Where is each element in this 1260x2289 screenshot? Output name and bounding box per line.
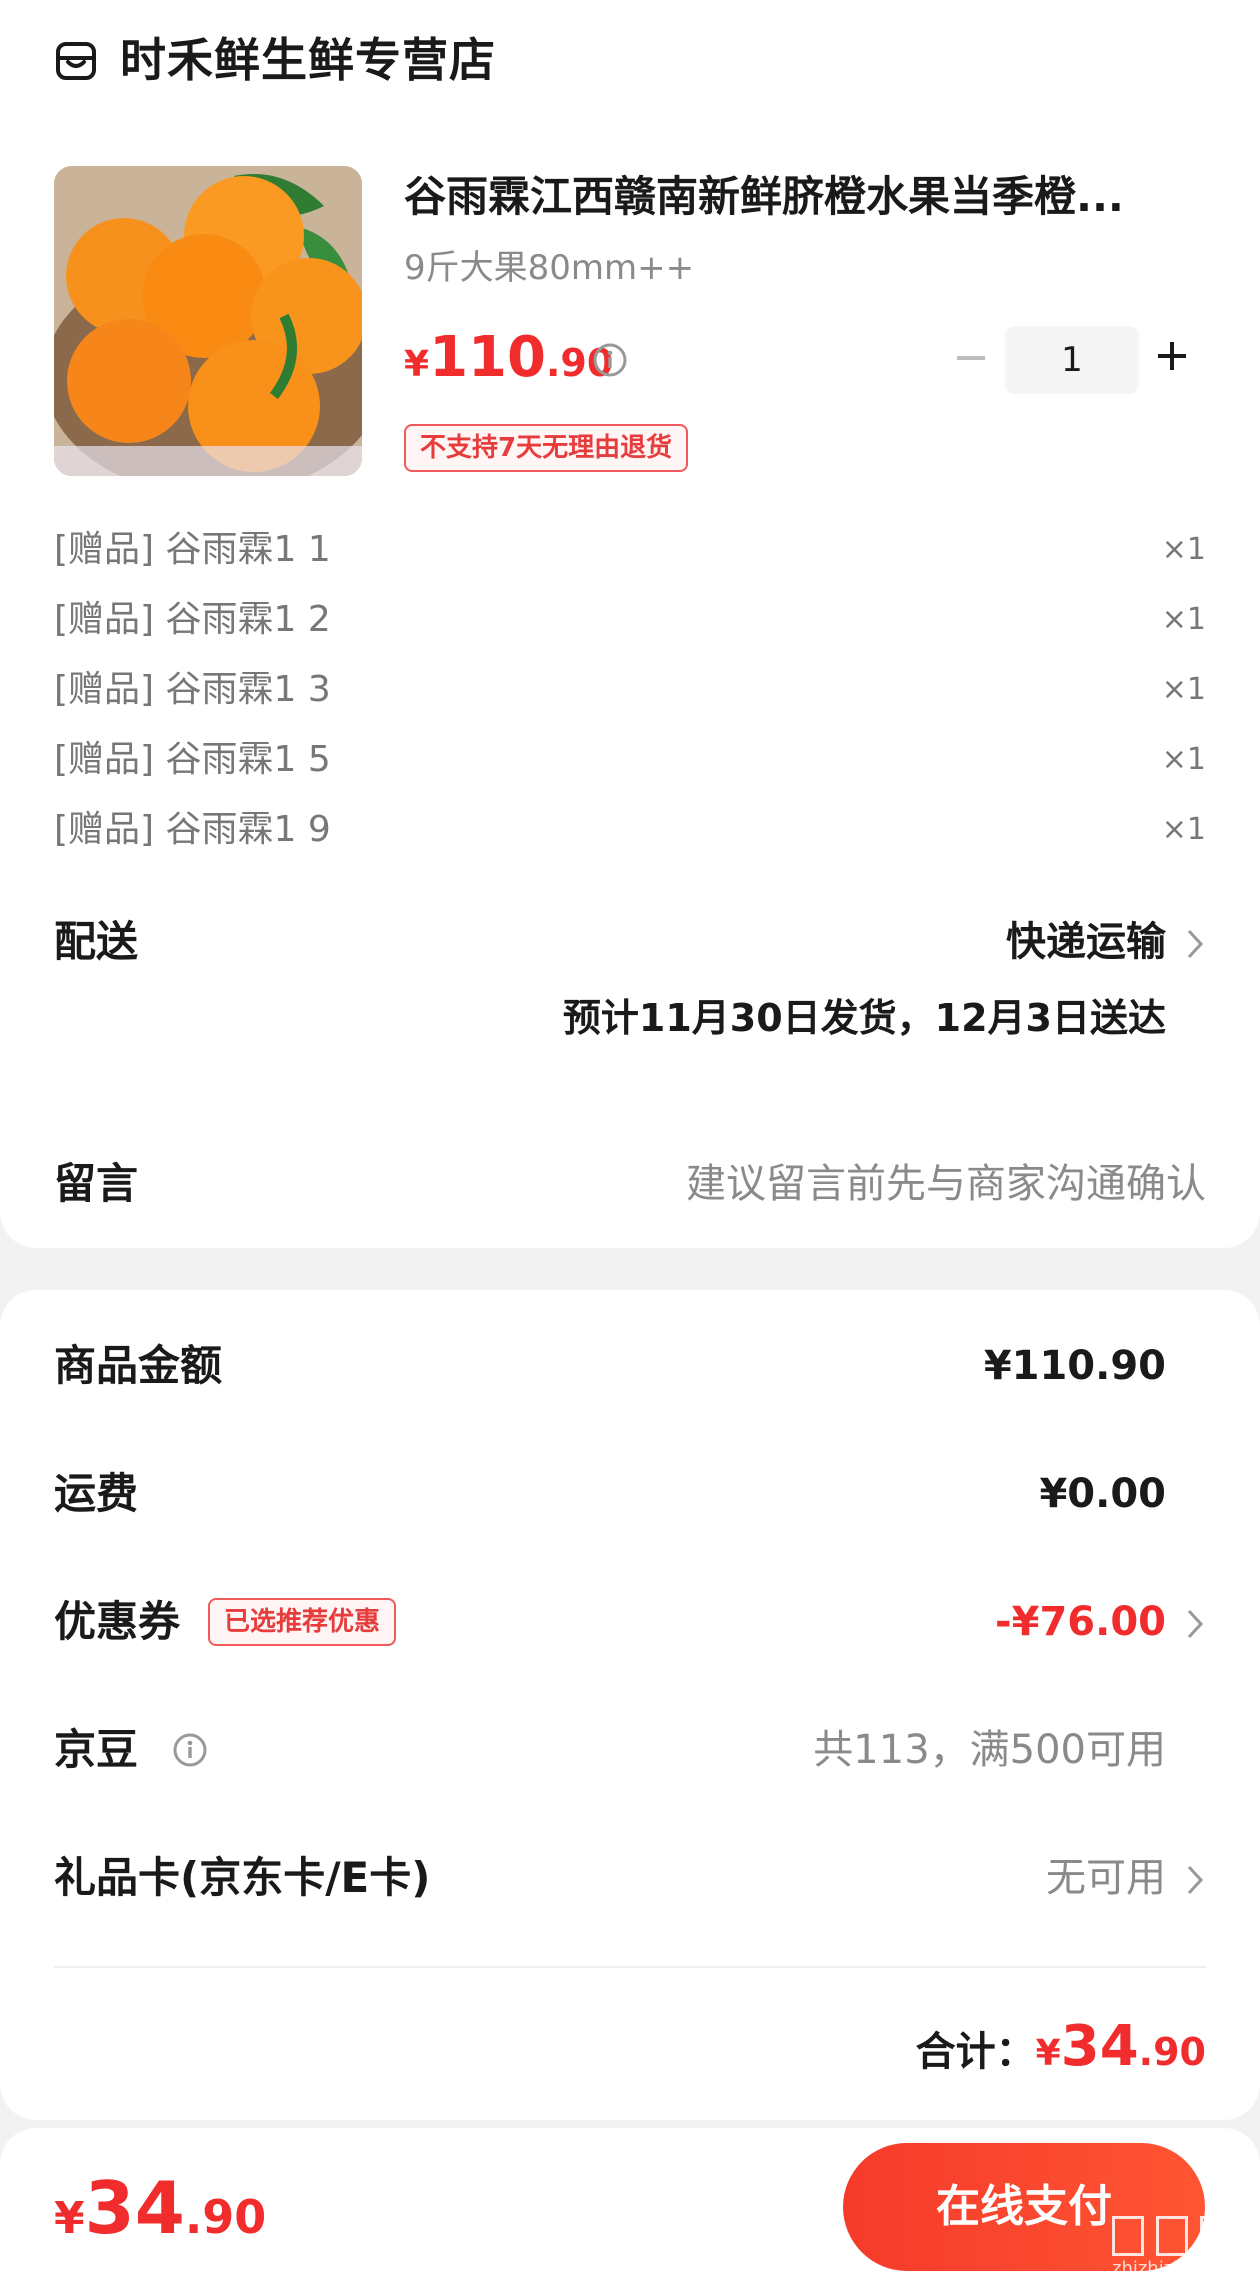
coupon-value[interactable]: -¥76.00 [995,1592,1166,1652]
gift-label: [赠品] 谷雨霖1 3 [54,669,331,710]
jd-beans-value: 共113，满500可用 [813,1727,1166,1773]
watermark-logo [1112,2212,1252,2256]
gift-label: [赠品] 谷雨霖1 9 [54,809,331,850]
gift-label: [赠品] 谷雨霖1 1 [54,529,331,570]
gift-qty: ×1 [1161,672,1206,707]
quantity-value[interactable]: 1 [1005,326,1139,394]
goods-amount-label: 商品金额 [54,1341,223,1390]
order-item-card: 时禾鲜生鲜专营店 谷雨霖江西赣南新鲜脐橙水果当季橙... 9斤大果80mm++ … [0,0,1260,1248]
quantity-decrease-button[interactable] [955,330,987,386]
message-input[interactable]: 建议留言前先与商家沟通确认 [686,1154,1206,1214]
gift-card-label: 礼品卡(京东卡/E卡) [54,1853,431,1902]
info-icon[interactable] [592,342,628,378]
info-icon[interactable] [172,1732,208,1768]
gift-card-value[interactable]: 无可用 [1046,1848,1166,1908]
chevron-right-icon[interactable] [1186,928,1204,960]
gift-qty: ×1 [1161,602,1206,637]
chevron-right-icon[interactable] [1186,1864,1204,1896]
coupon-tag: 已选推荐优惠 [208,1598,397,1646]
gift-item: [赠品] 谷雨霖1 3 ×1 [54,664,1206,716]
shipping-label: 运费 [54,1469,139,1518]
gift-qty: ×1 [1161,532,1206,567]
coupon-label: 优惠券 [54,1597,181,1646]
store-icon [56,42,96,80]
price-summary-card [0,1290,1260,2120]
shipping-value: ¥0.00 [1039,1471,1166,1517]
gift-label: [赠品] 谷雨霖1 5 [54,739,331,780]
store-name[interactable]: 时禾鲜生鲜专营店 [120,30,496,90]
message-label: 留言 [54,1159,139,1208]
gift-item: [赠品] 谷雨霖1 2 ×1 [54,594,1206,646]
chevron-right-icon[interactable] [1186,1608,1204,1640]
jd-beans-label: 京豆 [54,1725,139,1774]
product-spec[interactable]: 9斤大果80mm++ [404,244,694,292]
total-label: 合计： [915,2029,1036,2075]
watermark-text: zhizhizhi.com [1112,2258,1234,2279]
product-title[interactable]: 谷雨霖江西赣南新鲜脐橙水果当季橙... [404,168,1124,226]
delivery-estimate: 预计11月30日发货，12月3日送达 [562,996,1166,1040]
gift-item: [赠品] 谷雨霖1 9 ×1 [54,804,1206,856]
goods-amount-value: ¥110.90 [983,1343,1166,1389]
gift-item: [赠品] 谷雨霖1 5 ×1 [54,734,1206,786]
product-price: ¥110.90 [404,325,614,390]
gift-qty: ×1 [1161,742,1206,777]
product-thumbnail[interactable] [54,166,362,476]
quantity-increase-button[interactable] [1156,340,1188,372]
no-return-tag: 不支持7天无理由退货 [404,424,689,472]
order-total: 合计：¥34.90 [915,2014,1206,2079]
delivery-label: 配送 [54,917,139,966]
gift-item: [赠品] 谷雨霖1 1 ×1 [54,524,1206,576]
bottom-total: ¥34.90 [54,2166,267,2250]
delivery-method[interactable]: 快递运输 [1006,912,1166,972]
divider [54,1966,1206,1968]
gift-qty: ×1 [1161,812,1206,847]
gift-label: [赠品] 谷雨霖1 2 [54,599,331,640]
